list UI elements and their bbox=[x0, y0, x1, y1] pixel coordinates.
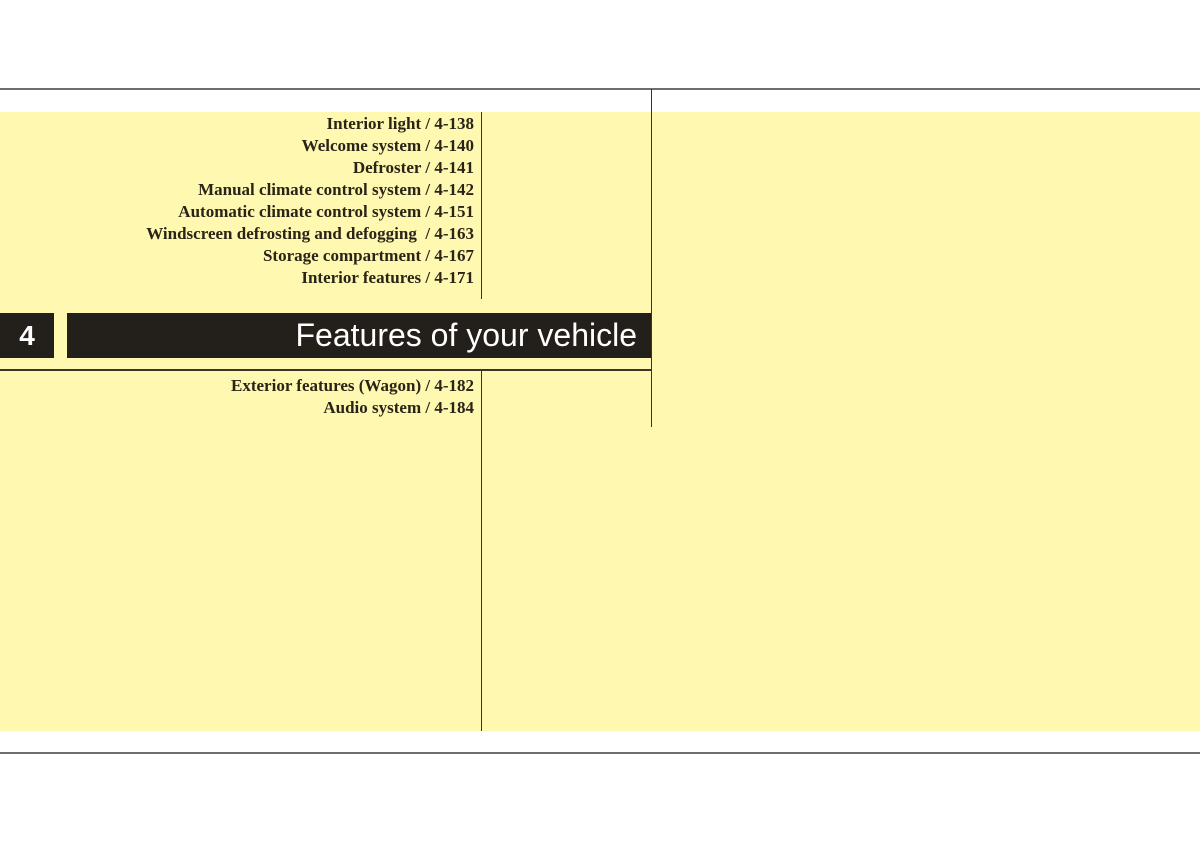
toc-item[interactable]: Automatic climate control system / 4-151 bbox=[146, 201, 474, 223]
chapter-number: 4 bbox=[0, 313, 54, 358]
column-divider-top bbox=[481, 112, 482, 299]
toc-item[interactable]: Windscreen defrosting and defogging / 4-… bbox=[146, 223, 474, 245]
chapter-title: Features of your vehicle bbox=[295, 317, 638, 353]
column-divider-bottom bbox=[481, 371, 482, 731]
toc-item[interactable]: Welcome system / 4-140 bbox=[146, 135, 474, 157]
toc-list-top: Interior light / 4-138 Welcome system / … bbox=[146, 113, 474, 289]
column-divider-right bbox=[651, 89, 652, 427]
toc-item[interactable]: Manual climate control system / 4-142 bbox=[146, 179, 474, 201]
bottom-rule bbox=[0, 752, 1200, 754]
toc-item[interactable]: Interior light / 4-138 bbox=[146, 113, 474, 135]
toc-item[interactable]: Audio system / 4-184 bbox=[231, 397, 474, 419]
toc-item[interactable]: Interior features / 4-171 bbox=[146, 267, 474, 289]
toc-item[interactable]: Storage compartment / 4-167 bbox=[146, 245, 474, 267]
toc-item[interactable]: Defroster / 4-141 bbox=[146, 157, 474, 179]
title-rule bbox=[0, 369, 651, 371]
toc-list-bottom: Exterior features (Wagon) / 4-182 Audio … bbox=[231, 375, 474, 419]
chapter-title-bar: Features of your vehicle bbox=[67, 313, 651, 358]
top-rule bbox=[0, 88, 1200, 90]
toc-item[interactable]: Exterior features (Wagon) / 4-182 bbox=[231, 375, 474, 397]
